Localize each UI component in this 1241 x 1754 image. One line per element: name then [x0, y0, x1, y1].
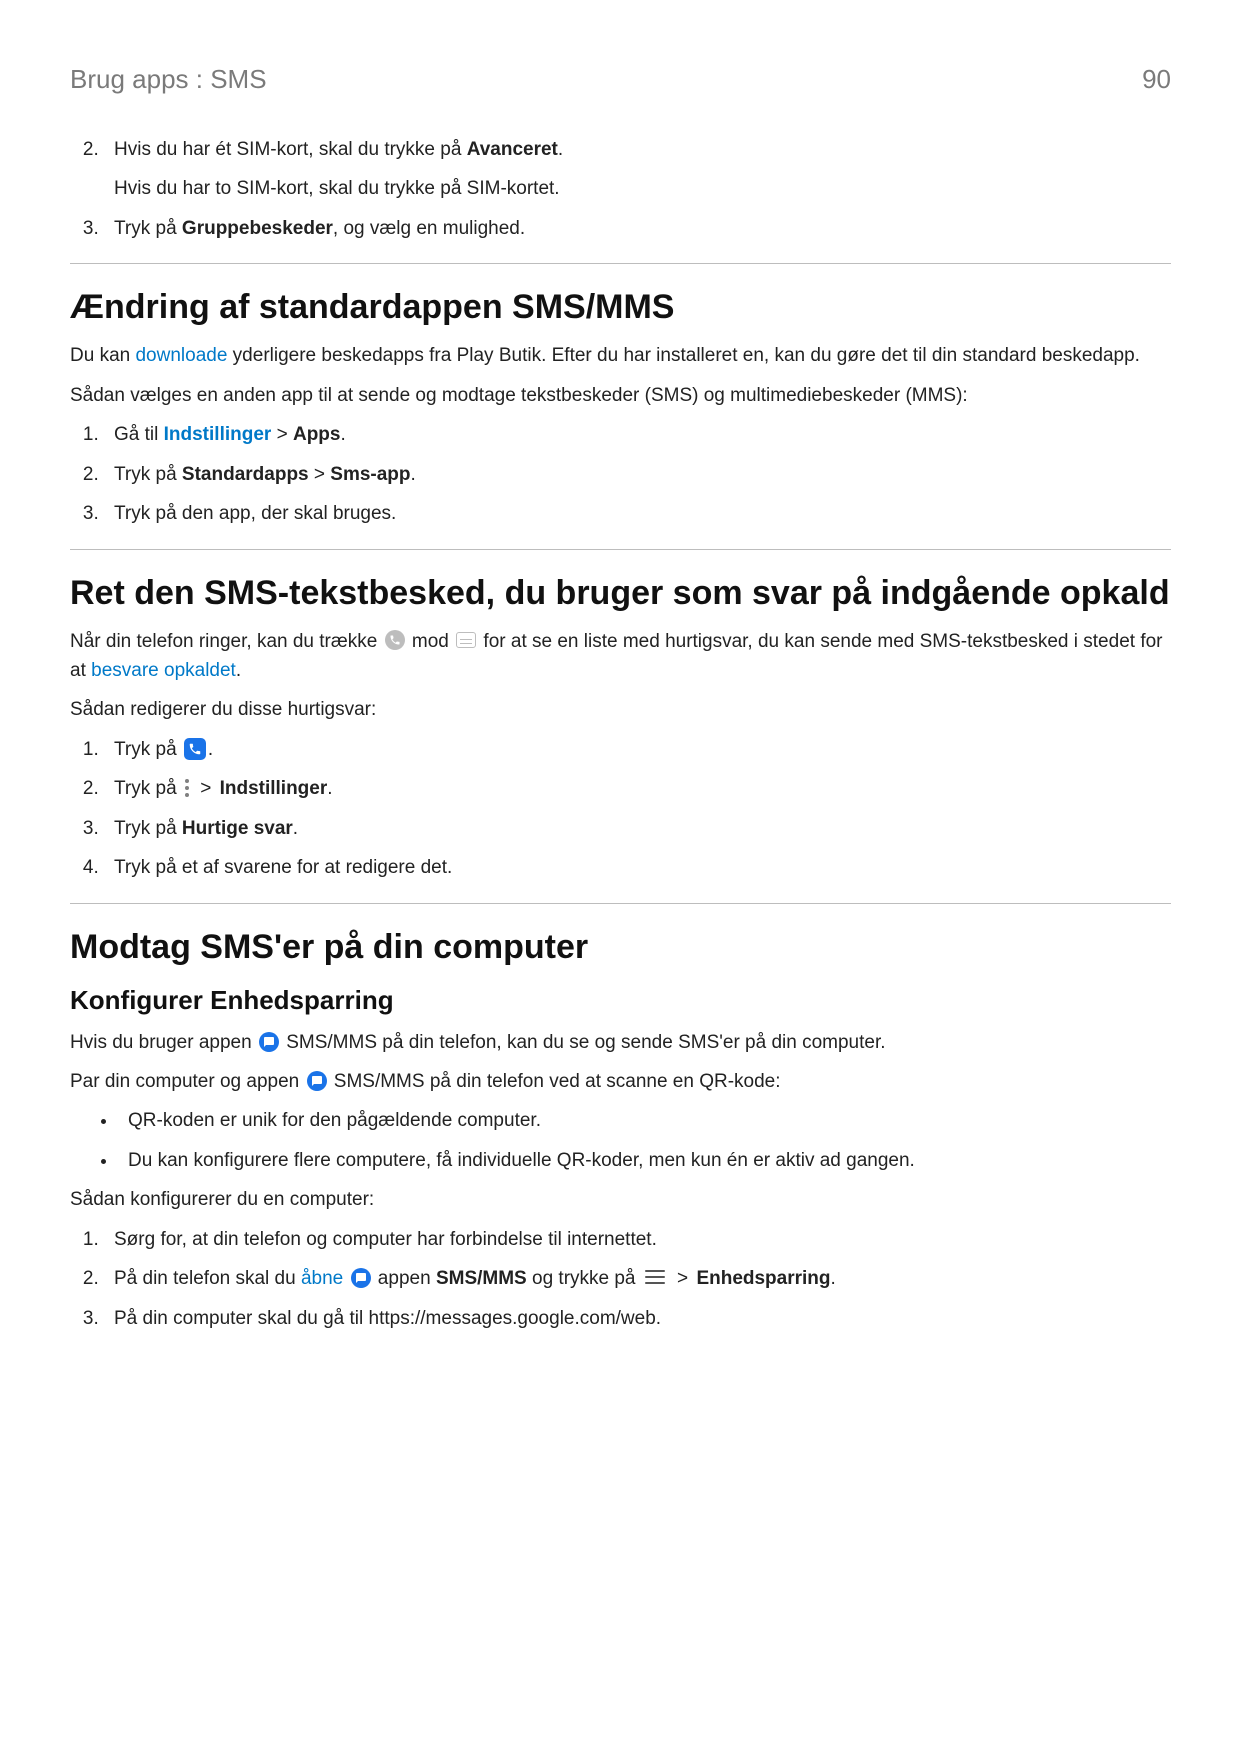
text: > — [672, 1268, 694, 1289]
text: . — [208, 739, 213, 760]
bold: Apps — [293, 424, 341, 445]
divider — [70, 549, 1171, 550]
text: . — [293, 818, 298, 839]
bold: Hurtige svar — [182, 818, 293, 839]
list-item: Du kan konfigurere flere computere, få i… — [118, 1146, 1171, 1175]
paragraph: Sådan konfigurerer du en computer: — [70, 1185, 1171, 1214]
bold: Gruppebeskeder — [182, 218, 333, 239]
text: . — [236, 660, 241, 681]
paragraph: Sådan redigerer du disse hurtigsvar: — [70, 695, 1171, 724]
steps-list: Gå til Indstillinger > Apps. Tryk på Sta… — [70, 420, 1171, 528]
page-number: 90 — [1142, 64, 1171, 95]
text: . — [831, 1268, 836, 1289]
text: > — [271, 424, 293, 445]
text: Hvis du har ét SIM-kort, skal du trykke … — [114, 139, 467, 160]
text: Når din telefon ringer, kan du trække — [70, 631, 383, 652]
section-heading: Ændring af standardappen SMS/MMS — [70, 288, 1171, 327]
bullet-list: QR-koden er unik for den pågældende comp… — [70, 1106, 1171, 1175]
text — [343, 1268, 348, 1289]
message-list-icon — [456, 632, 476, 648]
text: . — [327, 778, 332, 799]
list-item: Gå til Indstillinger > Apps. — [104, 420, 1171, 449]
text: Tryk på — [114, 739, 182, 760]
page-header: Brug apps : SMS 90 — [70, 64, 1171, 95]
paragraph: Par din computer og appen SMS/MMS på din… — [70, 1067, 1171, 1096]
menu-icon — [645, 1270, 665, 1284]
text: SMS/MMS på din telefon, kan du se og sen… — [286, 1032, 885, 1053]
list-item: Tryk på den app, der skal bruges. — [104, 499, 1171, 528]
list-item: Tryk på . — [104, 735, 1171, 764]
text: . — [340, 424, 345, 445]
section-heading: Ret den SMS-tekstbesked, du bruger som s… — [70, 574, 1171, 613]
text: SMS/MMS på din telefon ved at scanne en … — [334, 1071, 781, 1092]
phone-icon — [385, 630, 405, 650]
text: yderligere beskedapps fra Play Butik. Ef… — [227, 345, 1140, 366]
text: mod — [412, 631, 454, 652]
list-item: På din computer skal du gå til https://m… — [104, 1304, 1171, 1333]
text: , og vælg en mulighed. — [333, 218, 525, 239]
text: Gå til — [114, 424, 164, 445]
text: Tryk på — [114, 218, 182, 239]
list-item: Tryk på et af svarene for at redigere de… — [104, 853, 1171, 882]
bold: SMS/MMS — [436, 1268, 527, 1289]
text: . — [411, 464, 416, 485]
list-item: QR-koden er unik for den pågældende comp… — [118, 1106, 1171, 1135]
section-heading: Modtag SMS'er på din computer — [70, 928, 1171, 967]
divider — [70, 903, 1171, 904]
messages-app-icon — [307, 1071, 327, 1091]
bold: Avanceret — [467, 139, 558, 160]
list-item: Tryk på > Indstillinger. — [104, 774, 1171, 803]
bold: Indstillinger — [220, 778, 328, 799]
list-item: Tryk på Hurtige svar. — [104, 814, 1171, 843]
breadcrumb: Brug apps : SMS — [70, 64, 267, 95]
list-item: Tryk på Standardapps > Sms-app. — [104, 460, 1171, 489]
link[interactable]: besvare opkaldet — [91, 660, 236, 681]
paragraph: Hvis du bruger appen SMS/MMS på din tele… — [70, 1028, 1171, 1057]
list-item: På din telefon skal du åbne appen SMS/MM… — [104, 1264, 1171, 1293]
steps-list: Sørg for, at din telefon og computer har… — [70, 1225, 1171, 1333]
text: og trykke på — [527, 1268, 641, 1289]
text: Tryk på — [114, 464, 182, 485]
text: Tryk på — [114, 778, 182, 799]
text: > — [309, 464, 331, 485]
text: . — [558, 139, 563, 160]
steps-list: Tryk på . Tryk på > Indstillinger. Tryk … — [70, 735, 1171, 883]
subsection-heading: Konfigurer Enhedsparring — [70, 985, 1171, 1016]
bold: Enhedsparring — [696, 1268, 830, 1289]
link[interactable]: åbne — [301, 1268, 343, 1289]
text: Par din computer og appen — [70, 1071, 305, 1092]
divider — [70, 263, 1171, 264]
text: Hvis du har to SIM-kort, skal du trykke … — [114, 174, 1171, 203]
more-vertical-icon — [185, 779, 189, 797]
paragraph: Når din telefon ringer, kan du trække mo… — [70, 627, 1171, 686]
link[interactable]: downloade — [135, 345, 227, 366]
text: Tryk på — [114, 818, 182, 839]
messages-app-icon — [259, 1032, 279, 1052]
text: På din telefon skal du — [114, 1268, 301, 1289]
text: Du kan — [70, 345, 135, 366]
text: Hvis du bruger appen — [70, 1032, 257, 1053]
list-item: Hvis du har ét SIM-kort, skal du trykke … — [104, 135, 1171, 204]
messages-app-icon — [351, 1268, 371, 1288]
bold: Standardapps — [182, 464, 309, 485]
list-item: Tryk på Gruppebeskeder, og vælg en mulig… — [104, 214, 1171, 243]
paragraph: Du kan downloade yderligere beskedapps f… — [70, 341, 1171, 370]
text: appen — [373, 1268, 436, 1289]
list-item: Sørg for, at din telefon og computer har… — [104, 1225, 1171, 1254]
phone-app-icon — [184, 738, 206, 760]
paragraph: Sådan vælges en anden app til at sende o… — [70, 381, 1171, 410]
bold: Sms-app — [330, 464, 410, 485]
text: > — [195, 778, 217, 799]
link[interactable]: Indstillinger — [164, 424, 272, 445]
page: Brug apps : SMS 90 Hvis du har ét SIM-ko… — [0, 0, 1241, 1754]
top-steps: Hvis du har ét SIM-kort, skal du trykke … — [70, 135, 1171, 243]
